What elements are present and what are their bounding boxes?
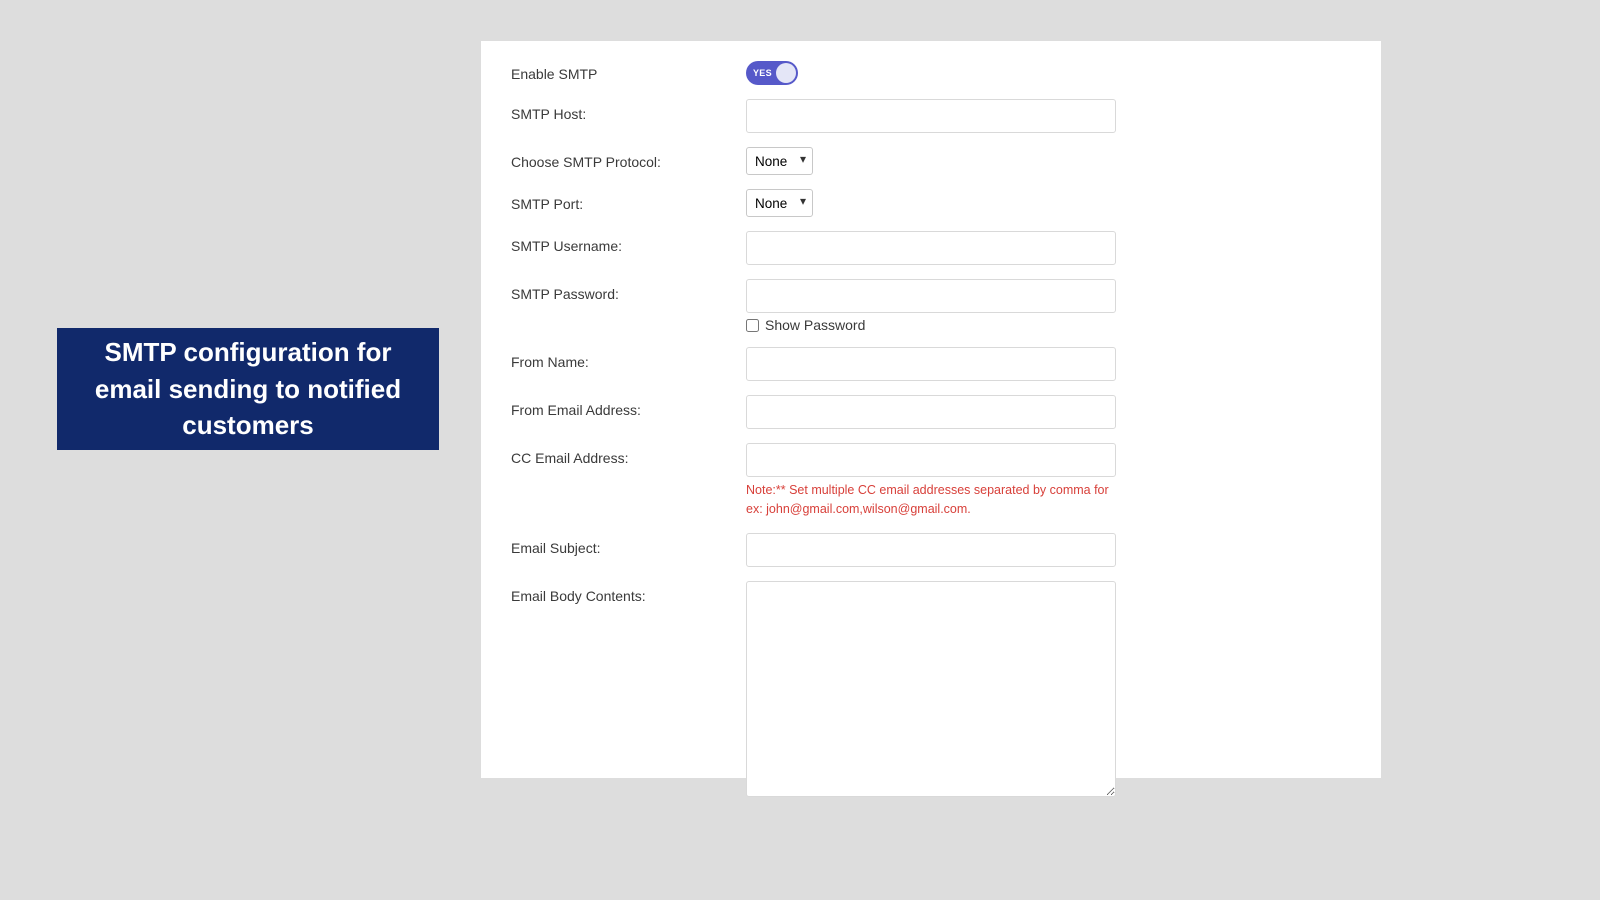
smtp-port-select[interactable]: None bbox=[746, 189, 813, 217]
show-password-checkbox[interactable] bbox=[746, 319, 759, 332]
email-subject-input[interactable] bbox=[746, 533, 1116, 567]
caption-callout: SMTP configuration for email sending to … bbox=[57, 328, 439, 450]
from-name-label: From Name: bbox=[511, 347, 746, 370]
email-body-textarea[interactable] bbox=[746, 581, 1116, 797]
smtp-form-panel: Enable SMTP YES SMTP Host: Choose SMTP P… bbox=[481, 41, 1381, 778]
enable-smtp-label: Enable SMTP bbox=[511, 59, 746, 82]
show-password-label: Show Password bbox=[765, 317, 865, 333]
smtp-protocol-label: Choose SMTP Protocol: bbox=[511, 147, 746, 170]
from-name-input[interactable] bbox=[746, 347, 1116, 381]
row-email-body: Email Body Contents: bbox=[511, 581, 1351, 802]
row-smtp-protocol: Choose SMTP Protocol: None bbox=[511, 147, 1351, 175]
row-cc-email: CC Email Address: bbox=[511, 443, 1351, 477]
row-enable-smtp: Enable SMTP YES bbox=[511, 59, 1351, 85]
smtp-host-input[interactable] bbox=[746, 99, 1116, 133]
smtp-port-label: SMTP Port: bbox=[511, 189, 746, 212]
toggle-yes-text: YES bbox=[753, 68, 772, 78]
row-from-email: From Email Address: bbox=[511, 395, 1351, 429]
smtp-port-select-wrap: None bbox=[746, 189, 813, 217]
cc-email-input[interactable] bbox=[746, 443, 1116, 477]
cc-email-note: Note:** Set multiple CC email addresses … bbox=[746, 481, 1116, 519]
caption-text: SMTP configuration for email sending to … bbox=[77, 334, 419, 443]
smtp-protocol-select[interactable]: None bbox=[746, 147, 813, 175]
row-from-name: From Name: bbox=[511, 347, 1351, 381]
enable-smtp-toggle[interactable]: YES bbox=[746, 61, 798, 85]
row-email-subject: Email Subject: bbox=[511, 533, 1351, 567]
from-email-label: From Email Address: bbox=[511, 395, 746, 418]
smtp-password-label: SMTP Password: bbox=[511, 279, 746, 302]
smtp-username-input[interactable] bbox=[746, 231, 1116, 265]
toggle-knob bbox=[776, 63, 796, 83]
email-subject-label: Email Subject: bbox=[511, 533, 746, 556]
from-email-input[interactable] bbox=[746, 395, 1116, 429]
smtp-protocol-select-wrap: None bbox=[746, 147, 813, 175]
smtp-password-input[interactable] bbox=[746, 279, 1116, 313]
cc-email-label: CC Email Address: bbox=[511, 443, 746, 466]
smtp-host-label: SMTP Host: bbox=[511, 99, 746, 122]
row-smtp-password: SMTP Password: bbox=[511, 279, 1351, 313]
row-smtp-port: SMTP Port: None bbox=[511, 189, 1351, 217]
row-show-password: Show Password bbox=[746, 317, 1351, 333]
row-smtp-host: SMTP Host: bbox=[511, 99, 1351, 133]
email-body-label: Email Body Contents: bbox=[511, 581, 746, 604]
row-smtp-username: SMTP Username: bbox=[511, 231, 1351, 265]
smtp-username-label: SMTP Username: bbox=[511, 231, 746, 254]
